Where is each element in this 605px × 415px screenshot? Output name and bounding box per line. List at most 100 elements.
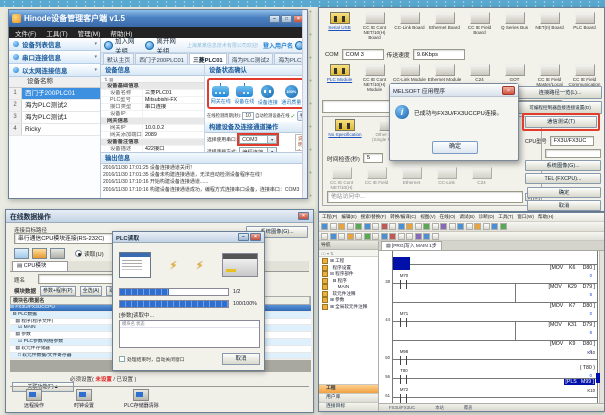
menu-item[interactable]: 管理(M) [78,28,101,38]
ladder-rung[interactable]: 38 M70 [MOV K29 D79 ] 8 [379,273,604,292]
plc-read-close[interactable]: × [250,233,261,241]
sidebar-section[interactable]: 以太网连接信息 [9,64,100,77]
melsoft-ok-button[interactable]: 确定 [432,141,478,154]
pc-interface-button[interactable]: Serial USB [322,12,357,41]
ok-button[interactable]: 确定 [527,187,601,198]
property-row[interactable]: 设备IP [101,111,204,118]
function-icon-button[interactable]: PLC存储器清除 [124,389,159,410]
com-port-field[interactable]: COM 3 [342,49,384,60]
pc-interface-button[interactable]: CC-Link Board [392,12,427,41]
connect-mode-select[interactable]: 编程连接 [239,147,277,152]
menu-item[interactable]: 文件(F) [15,28,36,38]
property-row[interactable]: 网关IP 10.0.0.2 [101,125,204,132]
melsoft-title-bar[interactable]: MELSOFT 应用程序 × [390,84,518,97]
network-route-button[interactable]: Ethernet [394,167,429,190]
device-row[interactable]: 4 Ricky [9,124,100,136]
tree-item[interactable]: ⊞ 全局软元件注释 [319,304,378,311]
log-scrollbar[interactable] [302,10,307,198]
title-bar[interactable]: Hinode设备管理客户端 v1.5 − □ × [9,10,307,27]
device-tab[interactable]: 默认主页 [103,53,134,64]
network-route-button[interactable]: CC IE Cont NET/10(H) [324,167,359,190]
maximize-button[interactable]: □ [281,15,292,23]
period-input[interactable]: 10 [242,112,254,120]
time-check-field[interactable]: 5 [363,153,383,163]
device-row[interactable]: 3 海为PLC测试1 [9,112,100,124]
menu-item[interactable]: 工程(P) [322,214,337,221]
menu-item[interactable]: 帮助(H) [538,214,554,221]
property-row[interactable]: PLC型号 Mitsubishi-FX [101,97,204,104]
menu-item[interactable]: 窗口(W) [517,214,534,221]
menu-item[interactable]: 搜索/替换(F) [361,214,387,221]
device-row[interactable]: 1 西门子200PLC01 [9,88,100,100]
property-row[interactable]: 网关添加端口 2089 [101,132,204,139]
tel-button[interactable]: TEL (FXCPU)... [525,173,601,184]
select-all-button[interactable]: 全选(A) [80,286,103,296]
melsoft-close-button[interactable]: × [502,86,515,95]
cancel-button[interactable]: 取消 [527,200,601,211]
menu-item[interactable]: 工具(T) [498,214,513,221]
device-row[interactable]: 2 海为PLC测试2 [9,100,100,112]
ladder-rung[interactable]: [MOV K7 D80 ] 0 [379,292,604,311]
ladder-rung[interactable]: [MOV K6 D80 ] 0 [379,254,604,273]
navigation-tab[interactable]: 用户库 [319,393,378,402]
leave-gateway-button[interactable]: 离开网关组 [145,39,181,51]
menu-item[interactable]: 诊断(D) [479,214,495,221]
menu-item[interactable]: 编辑(E) [341,214,356,221]
device-tab[interactable]: 西门子200PLC01 [135,53,188,64]
pc-interface-button[interactable]: PLC Board [567,12,602,41]
menu-item[interactable]: 调试(B) [459,214,474,221]
operation-radio[interactable]: 读取(U) [75,249,104,258]
plc-read-cancel-button[interactable]: 取消 [222,353,260,365]
menu-item[interactable]: 工具(T) [46,28,67,38]
ladder-toolbar-1[interactable] [319,222,604,232]
ladder-rung[interactable]: [MOV K9 D80 ] 0 [379,330,604,349]
network-route-button[interactable]: CC-Link [429,167,464,190]
menu-item[interactable]: 在线(O) [440,214,456,221]
sidebar-section[interactable]: 设备列表信息 [9,38,100,51]
property-row[interactable]: 设备基础信息 [101,83,204,90]
serial-port-select[interactable]: COM3 [239,135,277,144]
navigation-tab[interactable]: 工程 [319,384,378,393]
sidebar-section[interactable]: 串口连接信息 [9,51,100,64]
device-tab[interactable]: 海为PLC测试2 [228,53,274,64]
online-data-close-button[interactable]: × [298,212,309,220]
menu-item[interactable]: 转换/编译(C) [390,214,416,221]
ladder-rung[interactable]: 61 M72 K10 ( T84 ) 0 [379,387,604,403]
plc-read-title-bar[interactable]: PLC读取 −× [113,232,264,243]
online-data-title-bar[interactable]: 在线数据操作 × [6,210,313,223]
navigation-toolbar[interactable]: □□ ▾ ⇅ [319,250,378,257]
auto-detect-checkbox[interactable]: ✓ [291,113,296,120]
system-image-button[interactable]: 系统图像(G)... [525,160,601,171]
network-route-button[interactable]: C24 [464,167,499,190]
property-grid-toolbar[interactable]: ⇅ ▦ [101,76,204,83]
minimize-button[interactable]: − [269,15,280,23]
property-row[interactable]: 网关信息 [101,118,204,125]
document-tab[interactable]: ▤ [PRG]写入 MAIN 1步 [381,241,442,250]
ladder-rung[interactable]: 44 M71 [MOV K31 D79 ] 8 [379,311,604,330]
communication-test-button[interactable]: 通信测试(T) [525,116,597,128]
pc-interface-button[interactable]: NET(II) Board [532,12,567,41]
ladder-toolbar-2[interactable] [319,232,604,241]
param-program-button[interactable]: 参数+程序(P) [40,286,76,296]
pc-interface-button[interactable]: CC IE Cont NET/10(H) Board [357,12,392,41]
property-row[interactable]: 设备备注信息 [101,139,204,146]
plc-read-minimize[interactable]: − [238,233,249,241]
join-gateway-button[interactable]: 加入网关组 [104,39,140,51]
ladder-rung[interactable]: 56 T80 [PLS M99 ] [379,368,604,387]
pc-interface-button[interactable]: Q Series Bus [497,12,532,41]
no-specification-button[interactable]: No Specification [325,119,365,137]
pc-interface-button[interactable]: CC IE Field Board [462,12,497,41]
navigation-tab[interactable]: 连接目标 [319,402,378,411]
auto-close-checkbox[interactable] [119,356,125,362]
connection-route-list-button[interactable]: 连接路径一览(L)... [518,86,602,99]
network-route-button[interactable]: CC IE Field [359,167,394,190]
device-tab[interactable]: 三菱PLC01 [189,53,227,64]
pc-interface-button[interactable]: Ethernet Board [427,12,462,41]
property-row[interactable]: 设备名称 三菱PLC01 [101,90,204,97]
ladder-canvas[interactable]: [MOV K6 D80 ] 0 38 M70 [379,251,604,403]
menu-item[interactable]: 视图(V) [420,214,435,221]
property-row[interactable]: 接口类型 串口连接 [101,104,204,111]
plc-interface-button[interactable]: PLC Module [322,64,357,93]
baud-rate-field[interactable]: 9.6Kbps [413,49,465,60]
login-user[interactable]: 登入用户名 [263,41,304,50]
